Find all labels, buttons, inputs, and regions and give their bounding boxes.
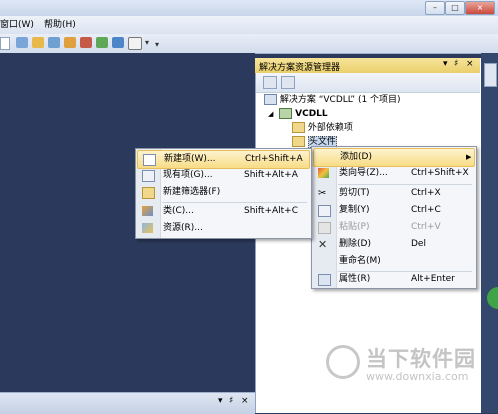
folder-icon	[142, 187, 155, 199]
solution-explorer-toolbar-icon[interactable]	[96, 37, 108, 48]
properties-icon	[318, 274, 331, 286]
existing-item-icon	[142, 170, 155, 182]
solution-icon	[264, 94, 277, 105]
new-item-icon	[143, 154, 156, 166]
watermark-url: www.downxia.com	[366, 370, 469, 383]
find-results-icon[interactable]	[32, 37, 44, 48]
collapse-arrow-icon[interactable]: ◢	[268, 110, 273, 118]
bottom-close-button[interactable]: ×	[241, 396, 249, 406]
object-browser-icon[interactable]	[112, 37, 124, 48]
menu-window[interactable]: 窗口(W)	[0, 18, 34, 32]
class-icon	[142, 206, 153, 216]
wizard-icon	[318, 168, 329, 178]
panel-dropdown-button[interactable]: ▾	[443, 59, 448, 69]
solution-label: 解决方案 “VCDLL” (1 个项目)	[279, 95, 401, 105]
project-label: VCDLL	[295, 109, 328, 119]
panel-pin-button[interactable]: ♯	[454, 59, 458, 69]
menu-item-rename[interactable]: 重命名(M)	[313, 253, 473, 270]
watermark-logo	[326, 345, 360, 379]
menu-item-cut[interactable]: ✂ 剪切(T) Ctrl+X	[313, 185, 473, 202]
find-in-files-icon[interactable]	[16, 37, 28, 48]
tree-project-node[interactable]: ◢ VCDLL	[268, 108, 328, 121]
submenu-item-existing-item[interactable]: 现有项(G)... Shift+Alt+A	[137, 167, 308, 184]
show-all-files-icon[interactable]	[281, 76, 295, 89]
start-page-icon[interactable]	[128, 37, 142, 50]
title-bar	[0, 0, 498, 16]
copy-icon	[318, 205, 331, 217]
project-icon	[279, 108, 293, 119]
delete-icon: ✕	[318, 238, 328, 251]
close-window-button[interactable]: ×	[465, 1, 495, 15]
minimize-button[interactable]: –	[425, 1, 445, 15]
submenu-arrow-icon: ▶	[466, 153, 472, 161]
paste-icon	[318, 222, 331, 234]
menu-item-class-wizard[interactable]: 类向导(Z)... Ctrl+Shift+X	[313, 165, 473, 182]
cut-icon: ✂	[318, 188, 327, 199]
properties-window-icon[interactable]	[48, 37, 60, 48]
context-menu: 添加(D) ▶ 类向导(Z)... Ctrl+Shift+X ✂ 剪切(T) C…	[311, 146, 477, 289]
solution-explorer-header: 解决方案资源管理器 ▾ ♯ ×	[255, 58, 480, 74]
menu-item-copy[interactable]: 复制(Y) Ctrl+C	[313, 202, 473, 219]
class-view-icon[interactable]	[80, 37, 92, 48]
tree-external-deps-node[interactable]: 外部依赖项	[292, 122, 353, 135]
right-dock-strip	[481, 53, 498, 413]
menu-help[interactable]: 帮助(H)	[44, 18, 76, 32]
submenu-item-resource[interactable]: 资源(R)...	[137, 220, 308, 237]
panel-close-button[interactable]: ×	[466, 59, 474, 69]
submenu-item-class[interactable]: 类(C)... Shift+Alt+C	[137, 203, 308, 220]
external-deps-label: 外部依赖项	[307, 123, 353, 133]
toolbar-dropdown-icon[interactable]: ▾	[145, 38, 149, 47]
add-submenu: 新建项(W)... Ctrl+Shift+A 现有项(G)... Shift+A…	[135, 148, 312, 239]
menu-item-properties[interactable]: 属性(R) Alt+Enter	[313, 271, 473, 288]
menu-item-delete[interactable]: ✕ 删除(D) Del	[313, 236, 473, 253]
dock-tab[interactable]	[484, 63, 497, 87]
toolbar-combo-edge[interactable]	[0, 37, 10, 50]
solution-explorer-title: 解决方案资源管理器	[259, 63, 341, 73]
submenu-item-new-filter[interactable]: 新建筛选器(F)	[137, 184, 308, 201]
watermark-brand: 当下软件园	[366, 347, 476, 371]
properties-toolbar-icon[interactable]	[263, 76, 277, 89]
folder-icon	[292, 136, 305, 147]
toolbar-overflow-icon[interactable]: ▾	[155, 40, 159, 49]
bottom-panel-header: ▾ ♯ ×	[0, 392, 255, 414]
tree-solution-node[interactable]: 解决方案 “VCDLL” (1 个项目)	[264, 94, 401, 107]
bottom-dropdown-button[interactable]: ▾	[218, 396, 223, 406]
maximize-button[interactable]: □	[445, 1, 465, 15]
toolbox-icon[interactable]	[64, 37, 76, 48]
bottom-pin-button[interactable]: ♯	[229, 396, 233, 406]
menu-item-paste[interactable]: 粘贴(P) Ctrl+V	[313, 219, 473, 236]
solution-explorer-toolbar	[256, 73, 480, 93]
folder-icon	[292, 122, 305, 133]
resource-icon	[142, 223, 153, 233]
